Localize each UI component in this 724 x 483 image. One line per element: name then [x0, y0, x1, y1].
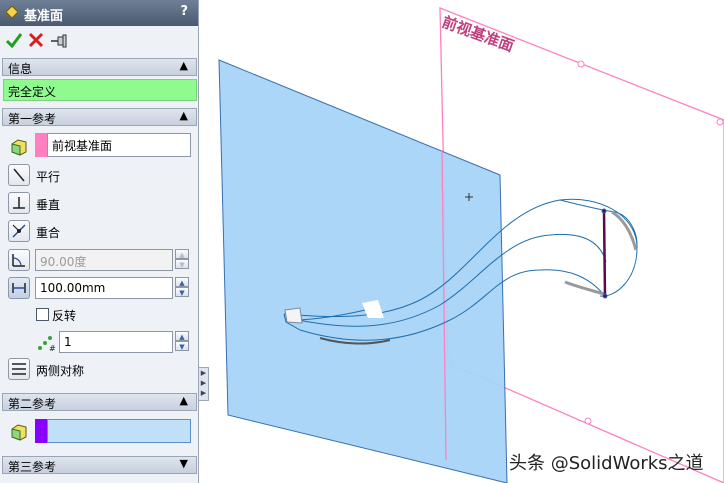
- status-badge: 完全定义: [3, 79, 197, 101]
- perpendicular-icon: [13, 197, 25, 209]
- parallel-icon: [13, 168, 25, 182]
- panel-title: 基准面: [24, 9, 64, 24]
- spin-down-icon: ▼: [175, 259, 189, 269]
- third-reference-header[interactable]: 第三参考 ▼: [2, 456, 197, 474]
- ok-button[interactable]: [5, 31, 23, 49]
- spin-up-icon: ▲: [175, 277, 189, 287]
- first-reference-header[interactable]: 第一参考 ▲: [2, 108, 197, 126]
- distance-button[interactable]: [8, 277, 30, 299]
- plane-icon: [6, 6, 18, 18]
- second-reference-field[interactable]: [47, 419, 191, 443]
- status-text: 完全定义: [8, 85, 57, 99]
- second-reference-header[interactable]: 第二参考 ▲: [2, 393, 197, 411]
- svg-text:#: #: [49, 344, 56, 353]
- plane-label: 前视基准面: [440, 13, 517, 56]
- distance-spinner[interactable]: ▲ ▼: [175, 277, 189, 299]
- midplane-icon: [12, 363, 26, 375]
- chevron-down-icon: ▼: [179, 457, 188, 470]
- model-tip: [284, 307, 303, 324]
- first-reference-field[interactable]: 前视基准面: [47, 133, 191, 157]
- graphics-viewport[interactable]: 前视基准面: [200, 0, 724, 483]
- watermark: 头条 @SolidWorks之道: [509, 453, 704, 474]
- plane-handle[interactable]: [584, 417, 592, 425]
- distance-icon: [12, 283, 26, 293]
- info-label: 信息: [8, 62, 33, 76]
- pin-button[interactable]: [50, 31, 68, 49]
- reference-entity-icon: [11, 139, 27, 156]
- plane-handle[interactable]: [577, 60, 585, 68]
- plane-handle[interactable]: [716, 118, 724, 126]
- coincident-label: 重合: [36, 226, 61, 240]
- chevron-up-icon: ▲: [179, 394, 188, 407]
- midplane-button[interactable]: [8, 358, 30, 380]
- instance-count-icon: #: [38, 336, 56, 353]
- instance-count-value: 1: [64, 335, 72, 349]
- third-reference-label: 第三参考: [8, 460, 57, 474]
- parallel-label: 平行: [36, 170, 61, 184]
- coincident-button[interactable]: [8, 220, 30, 242]
- check-icon: [5, 33, 23, 49]
- pushpin-icon: [51, 34, 67, 48]
- x-icon: [28, 32, 44, 48]
- angle-icon: [12, 254, 25, 267]
- instance-count-spinner[interactable]: ▲ ▼: [175, 331, 189, 353]
- coincident-icon: [12, 224, 26, 238]
- angle-input[interactable]: 90.00度: [35, 249, 173, 271]
- property-manager-panel: 基准面 ? 信息 ▲ 完全定义 第一参考 ▲ 前视基准面 平行 垂直 重合 90…: [0, 0, 199, 483]
- chevron-up-icon: ▲: [179, 109, 188, 122]
- info-section-header[interactable]: 信息 ▲: [2, 58, 197, 76]
- first-reference-value: 前视基准面: [52, 139, 113, 153]
- help-button[interactable]: ?: [180, 4, 188, 19]
- angle-spinner[interactable]: ▲ ▼: [175, 249, 189, 271]
- spin-up-icon: ▲: [175, 331, 189, 341]
- flip-checkbox[interactable]: [36, 308, 49, 321]
- spin-down-icon: ▼: [175, 341, 189, 351]
- spin-up-icon: ▲: [175, 249, 189, 259]
- perpendicular-button[interactable]: [8, 192, 30, 214]
- flip-label: 反转: [52, 309, 77, 323]
- reference-entity-icon: [11, 424, 27, 441]
- parallel-button[interactable]: [8, 164, 30, 186]
- cancel-button[interactable]: [27, 31, 45, 49]
- midplane-label: 两侧对称: [36, 364, 85, 378]
- chevron-up-icon: ▲: [179, 59, 188, 72]
- new-plane-preview[interactable]: [218, 59, 508, 483]
- action-bar: [0, 27, 198, 55]
- second-reference-label: 第二参考: [8, 397, 57, 411]
- first-ref-color-swatch: [35, 133, 47, 157]
- first-reference-label: 第一参考: [8, 112, 57, 126]
- perpendicular-label: 垂直: [36, 198, 61, 212]
- distance-input[interactable]: 100.00mm: [35, 277, 173, 299]
- panel-titlebar: 基准面 ?: [0, 0, 198, 26]
- angle-button[interactable]: [8, 249, 30, 271]
- distance-value: 100.00mm: [40, 281, 106, 295]
- spin-down-icon: ▼: [175, 287, 189, 297]
- instance-count-input[interactable]: 1: [59, 331, 173, 353]
- angle-value: 90.00度: [40, 255, 87, 269]
- second-ref-color-swatch: [35, 419, 47, 443]
